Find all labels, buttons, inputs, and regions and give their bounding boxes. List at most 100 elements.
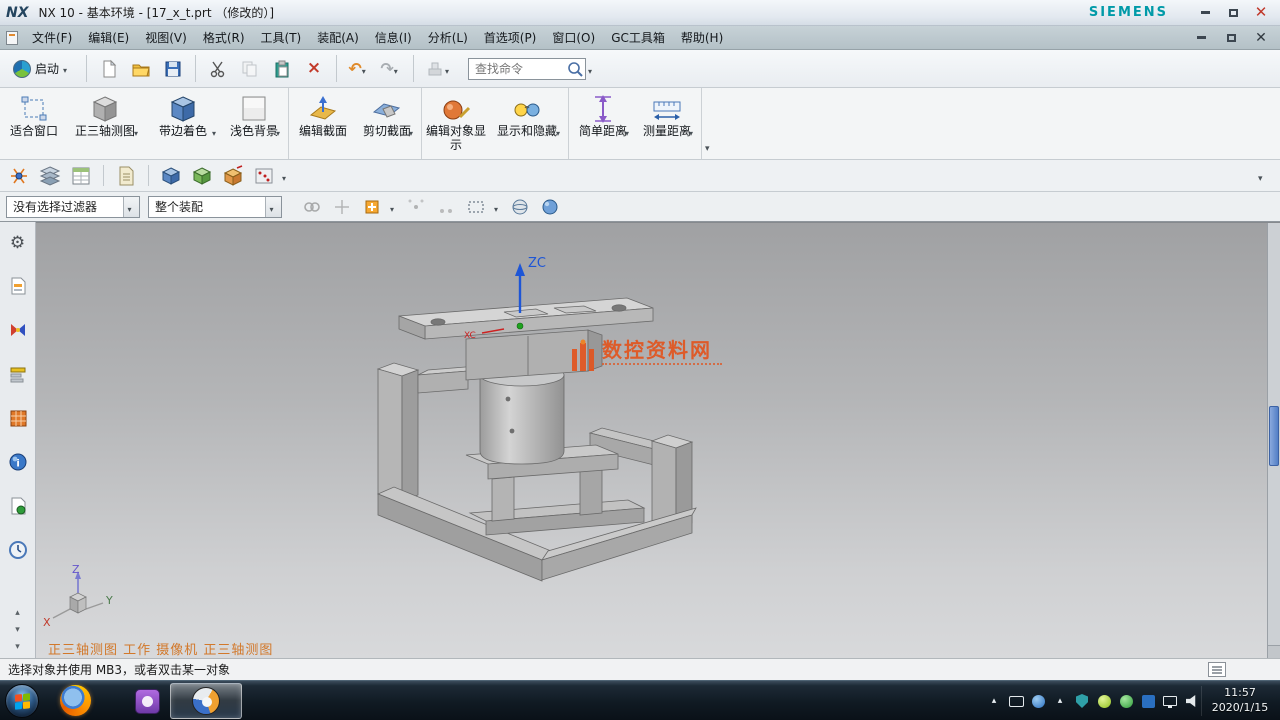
chevron-down-icon[interactable] <box>212 121 220 140</box>
chevron-down-icon[interactable] <box>134 121 142 140</box>
menu-item-gc-toolbox[interactable]: GC工具箱 <box>603 26 673 49</box>
assembly-component-button[interactable] <box>189 163 215 189</box>
menu-item-edit[interactable]: 编辑(E) <box>80 26 137 49</box>
sidebar-item-constraint-navigator[interactable] <box>4 316 32 344</box>
sidebar-scroll-up-button[interactable]: ▴ <box>15 609 20 618</box>
toolbar-button-fit-window[interactable]: 适合窗口 <box>2 88 66 159</box>
delete-button[interactable]: × <box>300 55 328 83</box>
cad-model-canvas[interactable]: ZC XC Z X <box>36 223 1280 658</box>
child-close-button[interactable]: ✕ <box>1252 30 1270 46</box>
wireframe-sphere-button[interactable] <box>508 195 532 219</box>
menu-item-preferences[interactable]: 首选项(P) <box>476 26 545 49</box>
toolbar-overflow-button[interactable] <box>1258 166 1266 185</box>
marquee-select-button[interactable] <box>464 195 488 219</box>
undo-button[interactable]: ↶ <box>345 55 373 83</box>
chevron-down-icon[interactable] <box>556 121 564 140</box>
open-file-button[interactable] <box>127 55 155 83</box>
toolbar-button-clip-section[interactable]: 剪切截面 <box>355 88 419 159</box>
keyboard-tray-icon[interactable] <box>1008 693 1024 709</box>
search-icon[interactable] <box>566 60 584 78</box>
taskbar-app-button[interactable] <box>135 689 160 714</box>
expressions-button[interactable] <box>68 163 94 189</box>
menu-item-file[interactable]: 文件(F) <box>24 26 80 49</box>
close-button[interactable]: ✕ <box>1252 5 1270 21</box>
exploded-view-button[interactable] <box>220 163 246 189</box>
chevron-down-icon[interactable] <box>282 166 290 185</box>
toolbar-overflow-button[interactable] <box>705 136 710 155</box>
toolbar-button-measure-distance[interactable]: 测量距离 <box>635 88 699 159</box>
menu-item-view[interactable]: 视图(V) <box>137 26 195 49</box>
journal-button[interactable] <box>113 163 139 189</box>
shaded-sphere-button[interactable] <box>538 195 562 219</box>
cut-button[interactable] <box>204 55 232 83</box>
volume-tray-icon[interactable] <box>1184 693 1200 709</box>
network-tray-icon[interactable] <box>1162 693 1178 709</box>
chevron-down-icon[interactable] <box>588 59 596 78</box>
menu-item-window[interactable]: 窗口(O) <box>544 26 603 49</box>
repeat-command-button[interactable] <box>422 55 456 83</box>
sidebar-overflow-button[interactable]: ▾ <box>15 643 20 652</box>
menu-item-help[interactable]: 帮助(H) <box>673 26 731 49</box>
save-button[interactable] <box>159 55 187 83</box>
toolbar-button-simple-distance[interactable]: 简单距离 <box>571 88 635 159</box>
move-component-button[interactable] <box>158 163 184 189</box>
new-file-button[interactable] <box>95 55 123 83</box>
selection-filter-combo[interactable]: 没有选择过滤器 <box>6 196 140 218</box>
point-constructor-button[interactable] <box>360 195 384 219</box>
chevron-down-icon[interactable] <box>625 121 633 140</box>
toolbar-button-edit-object-display[interactable]: 编辑对象显示 <box>424 88 488 159</box>
toolbar-button-shaded-with-edges[interactable]: 带边着色 <box>144 88 222 159</box>
taskbar-firefox-button[interactable] <box>60 685 91 716</box>
menu-item-format[interactable]: 格式(R) <box>195 26 253 49</box>
sidebar-item-internet[interactable] <box>4 492 32 520</box>
menu-item-assemblies[interactable]: 装配(A) <box>309 26 367 49</box>
chevron-down-icon[interactable] <box>123 197 139 217</box>
ime-tray-icon[interactable] <box>1140 693 1156 709</box>
assembly-constraints-button[interactable] <box>6 163 32 189</box>
menu-item-tools[interactable]: 工具(T) <box>253 26 310 49</box>
sidebar-item-roles[interactable] <box>4 228 32 256</box>
toolbar-button-light-background[interactable]: 浅色背景 <box>222 88 286 159</box>
chevron-down-icon[interactable] <box>265 197 281 217</box>
bluetooth-tray-icon[interactable] <box>1030 693 1046 709</box>
maximize-button[interactable] <box>1224 5 1242 21</box>
selection-grid-button[interactable] <box>251 163 277 189</box>
document-icon[interactable] <box>6 31 18 45</box>
chevron-down-icon[interactable] <box>409 121 417 140</box>
minimize-button[interactable] <box>1196 5 1214 21</box>
layers-button[interactable] <box>37 163 63 189</box>
sidebar-item-assembly-navigator[interactable] <box>4 360 32 388</box>
child-restore-button[interactable] <box>1222 30 1240 46</box>
grid-snap-button[interactable] <box>434 195 458 219</box>
hidden-icons-chevron[interactable] <box>986 693 1002 709</box>
redo-button[interactable]: ↷ <box>377 55 405 83</box>
copy-button[interactable] <box>236 55 264 83</box>
scrollbar-thumb[interactable] <box>1269 406 1279 466</box>
taskbar-clock[interactable]: 11:57 2020/1/15 <box>1204 685 1276 715</box>
update-tray-icon[interactable] <box>1096 693 1112 709</box>
start-orb-button[interactable] <box>5 684 39 718</box>
snap-point-button[interactable] <box>330 195 354 219</box>
graphics-viewport[interactable]: ZC XC Z X <box>36 222 1280 658</box>
sidebar-scroll-down-button[interactable]: ▾ <box>15 626 20 635</box>
sidebar-item-history[interactable] <box>4 536 32 564</box>
status-page-icon[interactable] <box>1208 662 1226 677</box>
toolbar-button-show-and-hide[interactable]: 显示和隐藏 <box>488 88 566 159</box>
chevron-down-icon[interactable] <box>390 197 398 216</box>
paste-button[interactable] <box>268 55 296 83</box>
menu-item-information[interactable]: 信息(I) <box>367 26 420 49</box>
toolbar-button-trimetric-view[interactable]: 正三轴测图 <box>66 88 144 159</box>
menu-item-analysis[interactable]: 分析(L) <box>420 26 476 49</box>
sidebar-item-hd3d-tools[interactable]: i <box>4 448 32 476</box>
sidebar-item-part-navigator[interactable] <box>4 272 32 300</box>
child-minimize-button[interactable] <box>1192 30 1210 46</box>
chain-link-button[interactable] <box>300 195 324 219</box>
sidebar-item-reuse-library[interactable] <box>4 404 32 432</box>
toolbar-button-edit-section[interactable]: 编辑截面 <box>291 88 355 159</box>
security-shield-icon[interactable] <box>1074 693 1090 709</box>
selection-scope-combo[interactable]: 整个装配 <box>148 196 282 218</box>
taskbar-nx-button[interactable] <box>170 683 242 719</box>
antivirus-tray-icon[interactable] <box>1118 693 1134 709</box>
tray-expand-chevron[interactable] <box>1052 693 1068 709</box>
chevron-down-icon[interactable] <box>276 121 284 140</box>
